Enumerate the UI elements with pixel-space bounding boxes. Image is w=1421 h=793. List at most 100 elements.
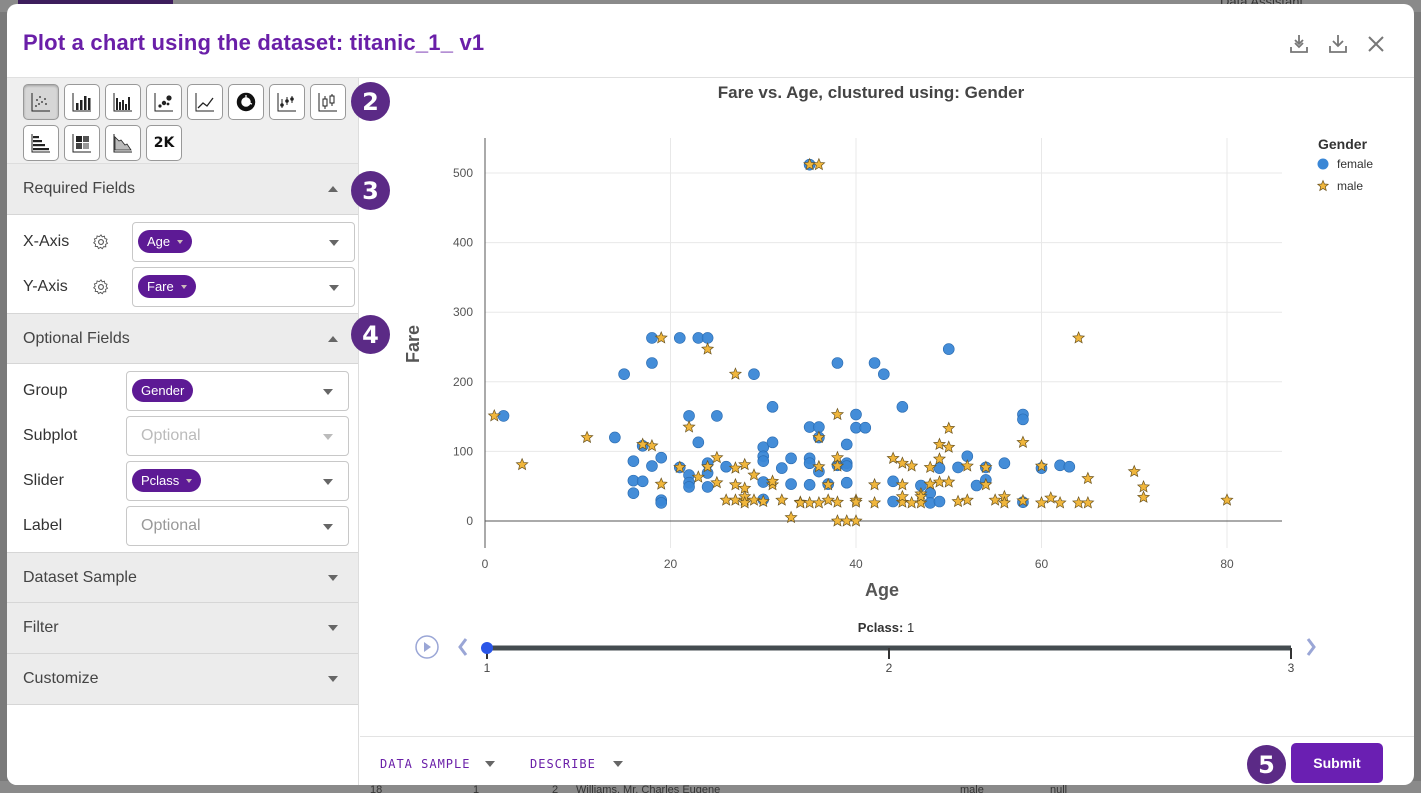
slider-chip[interactable]: Pclass <box>132 469 202 492</box>
chip-caret-icon <box>186 478 193 483</box>
x-tick-label: 20 <box>664 557 678 571</box>
filter-section[interactable]: Filter <box>7 603 358 654</box>
y-tick-label: 400 <box>453 236 473 250</box>
data-point-male <box>654 477 668 490</box>
group-row: Group Gender <box>7 368 358 413</box>
data-point-male <box>830 495 845 508</box>
y-axis-chip[interactable]: Fare <box>138 275 196 298</box>
chart-type-kpi[interactable]: 2K <box>146 125 182 161</box>
data-point-female <box>1017 413 1029 426</box>
data-point-female <box>859 421 872 434</box>
y-axis-title: Fare <box>403 325 423 363</box>
legend-male-marker <box>1316 179 1330 192</box>
play-button[interactable] <box>415 635 439 659</box>
data-point-female <box>878 368 890 380</box>
data-point-male <box>487 408 501 422</box>
slider-next-icon[interactable] <box>1306 638 1316 656</box>
group-chip[interactable]: Gender <box>132 379 194 402</box>
chart-type-box[interactable] <box>310 84 346 120</box>
data-point-female <box>618 368 630 380</box>
data-sample-caret-icon[interactable] <box>485 761 495 767</box>
y-axis-select[interactable]: Fare <box>132 266 355 307</box>
dataset-sample-section[interactable]: Dataset Sample <box>7 552 358 603</box>
group-select[interactable]: Gender <box>126 370 349 411</box>
chart-type-bubble[interactable] <box>146 84 182 120</box>
data-point-female <box>887 475 899 488</box>
dialog-header: Plot a chart using the dataset: titanic_… <box>7 4 1414 78</box>
download-all-icon[interactable] <box>1287 32 1311 56</box>
dropdown-caret-icon[interactable] <box>323 388 333 395</box>
data-point-female <box>646 357 658 369</box>
x-tick-label: 0 <box>482 557 489 571</box>
chart-type-dot-range[interactable] <box>269 84 305 120</box>
chart-type-scatter[interactable] <box>23 84 59 120</box>
legend-female-label: female <box>1337 157 1373 171</box>
legend-male-label: male <box>1337 179 1363 193</box>
y-tick-label: 100 <box>453 444 473 458</box>
customize-section[interactable]: Customize <box>7 654 358 705</box>
data-point-male <box>867 495 882 509</box>
slider-select[interactable]: Pclass <box>126 460 349 501</box>
chart-type-heatmap[interactable] <box>64 125 100 161</box>
scatter-chart-icon <box>31 93 50 112</box>
collapse-icon <box>328 186 338 192</box>
data-point-male <box>738 457 752 471</box>
data-point-male <box>1016 435 1030 448</box>
data-point-male <box>775 493 789 506</box>
chart-type-grouped-bar[interactable] <box>105 84 141 120</box>
required-fields-header[interactable]: Required Fields <box>7 164 358 215</box>
data-point-male <box>942 475 956 488</box>
chart-type-area[interactable] <box>105 125 141 161</box>
data-sample-tab[interactable]: DATA SAMPLE <box>380 757 470 771</box>
data-point-female <box>497 410 510 422</box>
x-axis-title: Age <box>865 580 899 600</box>
chart-type-bar[interactable] <box>64 84 100 120</box>
chart-type-line[interactable] <box>187 84 223 120</box>
slider-handle[interactable] <box>481 642 493 654</box>
gear-icon[interactable] <box>92 278 110 296</box>
subplot-label: Subplot <box>23 426 78 444</box>
optional-fields-header[interactable]: Optional Fields <box>7 313 358 364</box>
data-point-female <box>655 451 668 464</box>
data-point-female <box>627 455 640 467</box>
x-axis-chip[interactable]: Age <box>138 230 193 253</box>
slider-prev-icon[interactable] <box>458 638 468 656</box>
bg-cell: 18 <box>370 784 383 793</box>
bg-cell: 2 <box>552 784 559 793</box>
chip-label: Pclass <box>141 473 180 488</box>
dropdown-caret-icon[interactable] <box>323 523 333 530</box>
bg-cell: Williams, Mr. Charles Eugene <box>576 784 721 793</box>
chart-type-donut[interactable] <box>228 84 264 120</box>
required-fields-title: Required Fields <box>23 180 136 197</box>
data-point-male <box>747 468 761 481</box>
submit-button[interactable]: Submit <box>1291 743 1383 783</box>
dropdown-caret-icon[interactable] <box>329 284 339 291</box>
data-point-male <box>812 157 826 171</box>
data-point-male <box>719 493 733 506</box>
subplot-select[interactable]: Optional <box>126 415 349 456</box>
describe-caret-icon[interactable] <box>613 761 623 767</box>
close-icon[interactable] <box>1364 32 1388 56</box>
data-point-male <box>988 493 1002 506</box>
chart-type-horizontal-bar[interactable] <box>23 125 59 161</box>
slider-row: Slider Pclass <box>7 458 358 503</box>
data-point-male <box>515 457 529 471</box>
gear-icon[interactable] <box>92 233 110 251</box>
label-select[interactable]: Optional <box>126 505 349 546</box>
dropdown-caret-icon[interactable] <box>323 433 333 440</box>
area-chart-icon <box>113 134 132 153</box>
grouped-bar-icon <box>113 93 132 112</box>
chart-title: Fare vs. Age, clustured using: Gender <box>718 83 1025 102</box>
plot-chart-dialog: Plot a chart using the dataset: titanic_… <box>7 4 1414 785</box>
data-point-male <box>728 493 742 506</box>
download-icon[interactable] <box>1326 32 1350 56</box>
x-axis-select[interactable]: Age <box>132 221 355 262</box>
data-point-female <box>609 431 621 444</box>
describe-tab[interactable]: DESCRIBE <box>530 757 596 771</box>
y-axis-label: Y-Axis <box>23 277 68 295</box>
dropdown-caret-icon[interactable] <box>323 478 333 485</box>
data-point-male <box>830 514 845 527</box>
x-tick-label: 80 <box>1220 557 1234 571</box>
dropdown-caret-icon[interactable] <box>329 239 339 246</box>
data-point-female <box>785 452 797 465</box>
